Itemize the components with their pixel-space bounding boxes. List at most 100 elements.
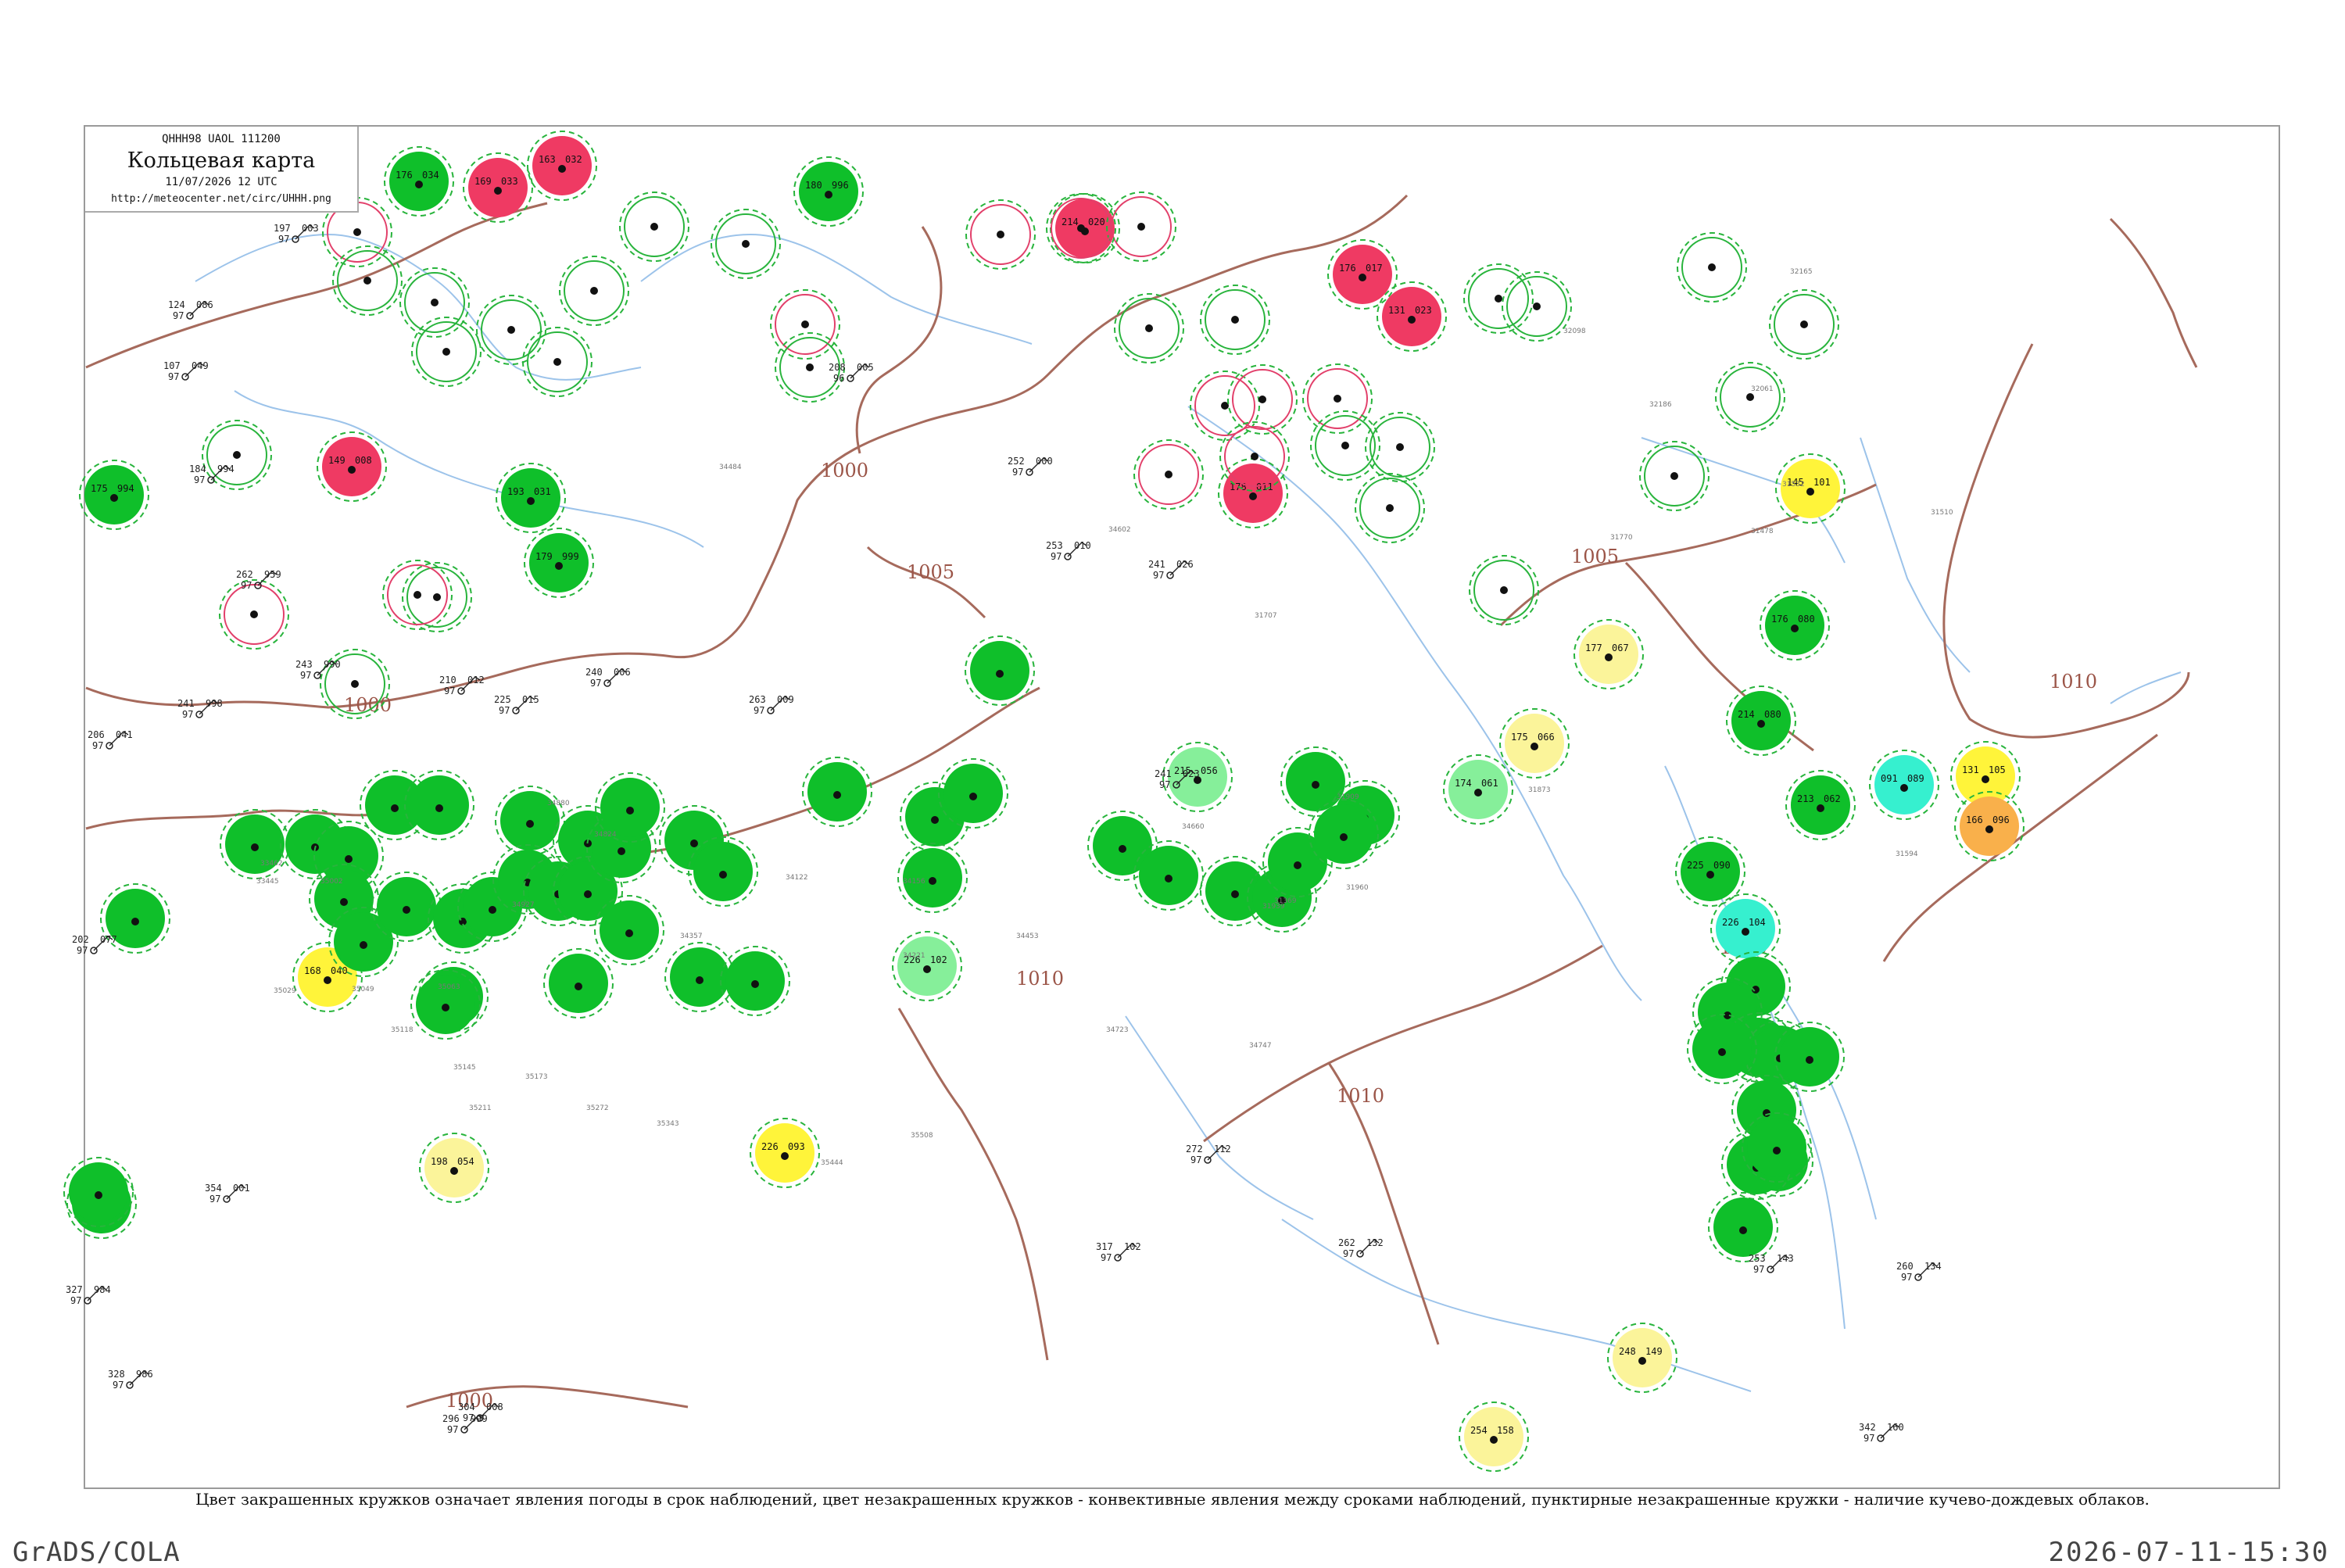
- ring-temp-label: 254: [1470, 1425, 1488, 1436]
- station-dot-icon: [1718, 1048, 1726, 1056]
- station-dot-icon: [1708, 263, 1716, 271]
- station-pressure: 160: [1887, 1422, 1904, 1433]
- station-index-label: 34122: [786, 874, 808, 882]
- station-temp: 262: [1338, 1237, 1355, 1248]
- station-dot-icon: [1742, 928, 1749, 936]
- station-temp: 206: [88, 729, 105, 740]
- station-dot-icon: [251, 843, 259, 851]
- station-dot-icon: [1334, 395, 1341, 403]
- ring-temp-label: 175: [91, 483, 108, 494]
- weather-ring-red: 149 008: [317, 431, 387, 502]
- convective-ring: [522, 327, 593, 397]
- station-dot-icon: [696, 976, 704, 984]
- isobar-label-1005-east: 1005: [1571, 546, 1619, 567]
- station-pressure: 132: [1366, 1237, 1384, 1248]
- station-dot-icon: [751, 980, 759, 988]
- station-dot-icon: [969, 793, 977, 800]
- station-plot: 208 005 96: [829, 362, 874, 384]
- station-dot-icon: [507, 326, 515, 334]
- legend-caption: Цвет закрашенных кружков означает явлени…: [195, 1490, 2150, 1509]
- weather-ring-green: 176 034: [384, 146, 454, 217]
- station-plot: 243 990 97: [295, 659, 341, 681]
- station-index-label: 31532: [1782, 481, 1805, 489]
- ring-temp-label: 176: [1771, 614, 1788, 625]
- station-temp: 354: [205, 1183, 222, 1194]
- station-dot-icon: [415, 181, 423, 188]
- station-plot: 202 077 97: [72, 934, 117, 956]
- station-dot-icon: [806, 363, 814, 371]
- station-dot-icon: [553, 358, 561, 366]
- station-pressure: 986: [136, 1369, 153, 1380]
- convective-ring: [559, 256, 629, 326]
- convective-ring: [219, 579, 289, 650]
- station-dot-icon: [650, 223, 658, 231]
- station-index-label: 32098: [1563, 328, 1586, 335]
- station-index-label: 35211: [469, 1104, 492, 1112]
- station-dot-icon: [403, 906, 410, 914]
- station-humidity: 97: [1153, 570, 1164, 581]
- weather-ring-yellow: 226 093: [750, 1118, 820, 1188]
- station-index-label: 34723: [1106, 1026, 1129, 1034]
- ring-pressure-label: 999: [562, 551, 579, 562]
- station-index-label: 33445: [256, 878, 279, 886]
- station-index-label: 31770: [1610, 534, 1633, 542]
- ring-pressure-label: 023: [1415, 305, 1432, 316]
- station-humidity: 97: [1343, 1248, 1354, 1259]
- station-pressure: 112: [1214, 1144, 1231, 1155]
- convective-ring: [1639, 441, 1710, 511]
- bulletin-code: QHHH98 UAOL 111200: [162, 133, 281, 145]
- convective-ring: [770, 289, 840, 360]
- station-pressure: 006: [614, 667, 631, 678]
- station-index-label: 31909: [1337, 793, 1359, 801]
- weather-ring-red: 176 017: [1327, 239, 1398, 310]
- ring-temp-label: 177: [1585, 643, 1602, 653]
- station-humidity: 97: [113, 1380, 124, 1391]
- station-index-label: 31478: [1751, 528, 1774, 535]
- station-dot-icon: [825, 191, 832, 199]
- station-dot-icon: [1706, 871, 1714, 879]
- station-pressure: 000: [1036, 456, 1053, 467]
- station-humidity: 97: [499, 705, 510, 716]
- station-temp: 317: [1096, 1241, 1113, 1252]
- station-dot-icon: [555, 562, 563, 570]
- station-plot: 225 015 97: [494, 694, 539, 716]
- ring-temp-label: 174: [1455, 778, 1472, 789]
- station-dot-icon: [931, 816, 939, 824]
- convective-ring: [476, 295, 546, 365]
- station-dot-icon: [95, 1191, 102, 1199]
- convective-ring: [1769, 289, 1839, 360]
- station-index-label: 31510: [1931, 509, 1953, 517]
- weather-ring-light_yellow: 248 149: [1607, 1323, 1677, 1393]
- station-humidity: 97: [1051, 551, 1062, 562]
- station-index-label: 35173: [525, 1073, 548, 1081]
- ring-pressure-label: 034: [422, 170, 439, 181]
- ring-pressure-label: 093: [788, 1141, 805, 1152]
- ring-pressure-label: 061: [1481, 778, 1498, 789]
- station-humidity: 97: [1901, 1272, 1912, 1283]
- station-index-label: 35145: [453, 1064, 476, 1072]
- station-dot-icon: [1670, 472, 1678, 480]
- station-temp: 296: [442, 1413, 460, 1424]
- station-pressure: 009: [777, 694, 794, 705]
- ring-temp-label: 149: [328, 455, 345, 466]
- weather-ring-green: 180 996: [793, 156, 864, 227]
- station-humidity: 97: [447, 1424, 458, 1435]
- ring-temp-label: 163: [539, 154, 556, 165]
- weather-ring-green: [664, 942, 735, 1012]
- station-temp: 241: [1155, 768, 1172, 779]
- ring-pressure-label: 102: [930, 954, 947, 965]
- station-dot-icon: [1474, 789, 1482, 797]
- render-timestamp: 2026-07-11-15:30: [2048, 1537, 2329, 1568]
- station-temp: 197: [274, 223, 291, 234]
- station-temp: 202: [72, 934, 89, 945]
- ring-pressure-label: 994: [117, 483, 134, 494]
- station-humidity: 97: [241, 580, 252, 591]
- station-temp: 225: [494, 694, 511, 705]
- station-dot-icon: [1533, 303, 1541, 310]
- station-index-label: 34453: [1016, 933, 1039, 940]
- station-index-label: 31873: [1528, 786, 1551, 794]
- station-dot-icon: [110, 494, 118, 502]
- station-humidity: 97: [754, 705, 764, 716]
- station-pressure: 086: [196, 299, 213, 310]
- station-humidity: 97: [1753, 1264, 1764, 1275]
